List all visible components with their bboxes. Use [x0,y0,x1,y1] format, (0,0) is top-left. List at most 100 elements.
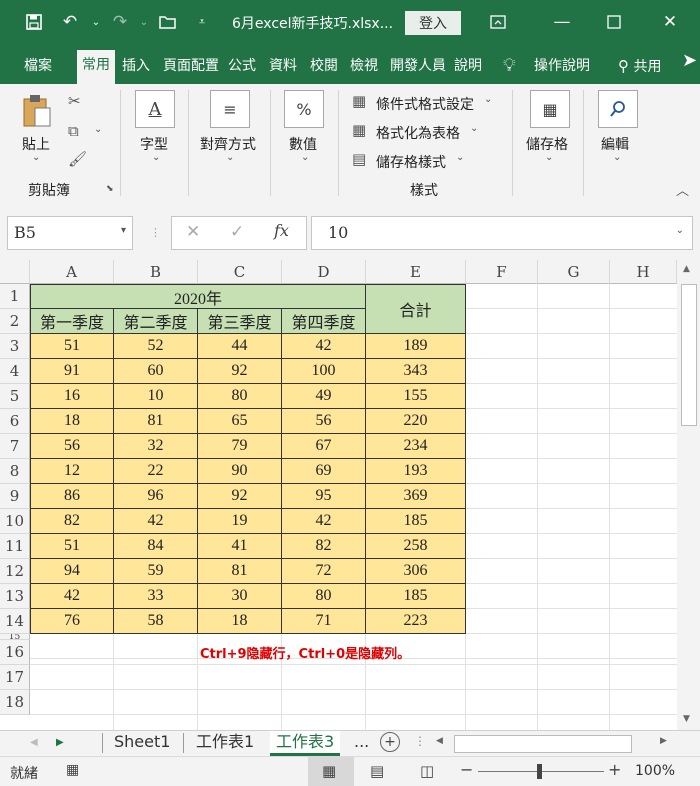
tell-me-search[interactable]: 操作說明 [534,56,590,78]
data-cell[interactable]: 18 [198,609,282,634]
data-cell[interactable]: 60 [114,359,198,384]
data-cell[interactable]: 67 [282,434,366,459]
row-header-6[interactable]: 6 [0,409,30,434]
undo-dropdown-icon[interactable]: ⌄ [84,10,108,34]
cells-dropdown-icon[interactable]: ⌄ [545,152,553,163]
more-options-icon[interactable]: ⋮ [150,226,161,239]
data-cell[interactable]: 258 [366,534,466,559]
scroll-right-icon[interactable]: ▶ [660,736,667,746]
zoom-slider-handle[interactable] [537,764,542,779]
sheet-tab-1[interactable]: 工作表1 [196,731,254,755]
cells-button[interactable]: 儲存格 [526,134,568,154]
customize-qat-icon[interactable]: ⩡ [190,10,214,34]
data-cell[interactable]: 95 [282,484,366,509]
enter-icon[interactable]: ✓ [230,222,244,242]
data-cell[interactable]: 58 [114,609,198,634]
data-cell[interactable]: 193 [366,459,466,484]
prev-sheet-icon[interactable]: ◀ [30,737,38,748]
row-header-11[interactable]: 11 [0,534,30,559]
quarter-header-cell[interactable]: 第二季度 [114,309,198,334]
minimize-icon[interactable]: — [550,10,574,34]
tab-file[interactable]: 檔案 [24,56,52,78]
spreadsheet-grid[interactable]: A B C D E F G H 1 2 3 4 5 6 7 8 9 10 11 12 13 14 15 16 17 18 2020年… [0,260,677,730]
row-header-1[interactable]: 1 [0,284,30,309]
column-header-c[interactable]: C [198,260,282,284]
cell-styles-button[interactable]: 儲存格樣式 [376,152,446,172]
add-sheet-icon[interactable]: + [380,732,400,752]
cells-icon[interactable]: ▦ [530,90,570,128]
data-cell[interactable]: 82 [282,534,366,559]
scroll-down-icon[interactable]: ▼ [683,714,690,724]
data-cell[interactable]: 65 [198,409,282,434]
data-cell[interactable]: 71 [282,609,366,634]
alignment-button[interactable]: 對齊方式 [200,134,256,154]
row-header-14[interactable]: 14 [0,609,30,634]
column-header-h[interactable]: H [610,260,677,284]
cell-styles-icon[interactable]: ▤ [352,150,366,168]
cancel-icon[interactable]: ✕ [186,222,200,242]
tab-review[interactable]: 校閱 [310,56,338,78]
format-table-dropdown-icon[interactable]: ⌄ [470,123,478,134]
row-header-17[interactable]: 17 [0,665,30,690]
data-cell[interactable]: 44 [198,334,282,359]
share-button[interactable]: ⚲ 共用 [618,56,661,78]
row-header-13[interactable]: 13 [0,584,30,609]
copy-dropdown-icon[interactable]: ⌄ [94,124,102,135]
data-cell[interactable]: 92 [198,359,282,384]
data-cell[interactable]: 42 [282,509,366,534]
expand-formula-icon[interactable]: ⌄ [676,225,684,236]
zoom-in-icon[interactable]: + [608,760,621,779]
data-cell[interactable]: 80 [282,584,366,609]
column-header-f[interactable]: F [466,260,538,284]
data-cell[interactable]: 59 [114,559,198,584]
data-cell[interactable]: 12 [30,459,114,484]
data-cell[interactable]: 94 [30,559,114,584]
data-cell[interactable]: 81 [114,409,198,434]
select-all-corner[interactable] [0,260,30,284]
data-cell[interactable]: 84 [114,534,198,559]
more-sheets-button[interactable]: ... [354,731,369,755]
name-box[interactable]: B5 ▾ [7,216,133,250]
tab-developer[interactable]: 開發人員 [390,56,446,78]
data-cell[interactable]: 92 [198,484,282,509]
data-cell[interactable]: 42 [282,334,366,359]
row-header-12[interactable]: 12 [0,559,30,584]
paste-dropdown-icon[interactable]: ⌄ [32,152,40,163]
page-break-view-icon[interactable]: ◫ [420,762,434,780]
row-header-10[interactable]: 10 [0,509,30,534]
row-header-9[interactable]: 9 [0,484,30,509]
data-cell[interactable]: 52 [114,334,198,359]
data-cell[interactable]: 22 [114,459,198,484]
data-cell[interactable]: 49 [282,384,366,409]
data-cell[interactable]: 32 [114,434,198,459]
data-cell[interactable]: 185 [366,584,466,609]
row-header-4[interactable]: 4 [0,359,30,384]
data-cell[interactable]: 10 [114,384,198,409]
data-cell[interactable]: 56 [30,434,114,459]
quarter-header-cell[interactable]: 第四季度 [282,309,366,334]
column-header-e[interactable]: E [366,260,466,284]
editing-button[interactable]: 編輯 [601,134,629,154]
data-cell[interactable]: 18 [30,409,114,434]
data-cell[interactable]: 72 [282,559,366,584]
column-header-a[interactable]: A [30,260,114,284]
data-cell[interactable]: 343 [366,359,466,384]
redo-dropdown-icon[interactable]: ⌄ [132,10,156,34]
number-dropdown-icon[interactable]: ⌄ [301,152,309,163]
data-cell[interactable]: 155 [366,384,466,409]
data-cell[interactable]: 369 [366,484,466,509]
tab-insert[interactable]: 插入 [122,56,150,78]
data-cell[interactable]: 16 [30,384,114,409]
data-cell[interactable]: 223 [366,609,466,634]
scroll-left-icon[interactable]: ◀ [436,736,443,746]
save-icon[interactable] [22,10,46,34]
horizontal-scroll-thumb[interactable] [454,735,632,753]
column-header-g[interactable]: G [538,260,610,284]
data-cell[interactable]: 81 [198,559,282,584]
row-header-3[interactable]: 3 [0,334,30,359]
data-cell[interactable]: 220 [366,409,466,434]
data-cell[interactable]: 86 [30,484,114,509]
editing-icon[interactable] [598,90,638,128]
data-cell[interactable]: 96 [114,484,198,509]
data-cell[interactable]: 90 [198,459,282,484]
